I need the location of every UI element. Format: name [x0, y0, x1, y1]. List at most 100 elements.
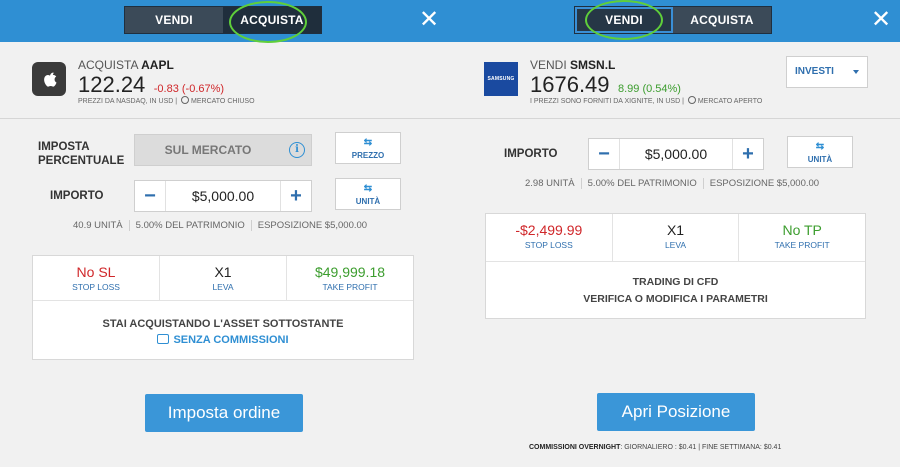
apple-logo	[32, 62, 66, 96]
rate-label: IMPOSTA PERCENTUALE	[38, 140, 124, 168]
close-icon[interactable]: ✕	[870, 8, 892, 32]
price-change: 8.99 (0.54%)	[617, 83, 681, 95]
no-commission-link[interactable]: SENZA COMMISSIONI	[33, 334, 413, 346]
trade-params-card: No SL STOP LOSS X1 LEVA $49,999.18 TAKE …	[32, 255, 414, 360]
price-source-note: PREZZI DA NASDAQ, IN USD | MERCATO CHIUS…	[78, 96, 255, 105]
leverage-label: LEVA	[212, 282, 234, 292]
rate-market-field[interactable]: SUL MERCATO i	[134, 134, 312, 166]
increase-button[interactable]: +	[281, 181, 311, 211]
stat-equity: 5.00% DEL PATRIMONIO	[582, 178, 704, 189]
decrease-button[interactable]: −	[589, 139, 619, 169]
buy-order-panel: VENDI ACQUISTA ✕ ACQUISTA AAPL 122.24 -0…	[0, 0, 450, 467]
samsung-logo: SAMSUNG	[484, 62, 518, 96]
position-stats: 2.98 UNITÀ 5.00% DEL PATRIMONIO ESPOSIZI…	[519, 178, 825, 189]
asset-action: ACQUISTA	[78, 58, 138, 72]
rate-market-text: SUL MERCATO	[164, 143, 252, 157]
open-position-button[interactable]: Apri Posizione	[597, 393, 755, 431]
divider	[0, 118, 450, 119]
rate-label-line2: PERCENTUALE	[38, 155, 125, 167]
stat-exposure: ESPOSIZIONE $5,000.00	[709, 178, 820, 189]
units-toggle-label: UNITÀ	[355, 197, 381, 206]
take-profit-label: TAKE PROFIT	[774, 240, 830, 250]
tab-sell[interactable]: VENDI	[125, 7, 223, 33]
take-profit-cell[interactable]: No TP TAKE PROFIT	[739, 214, 865, 261]
leverage-value: X1	[214, 264, 232, 280]
price-change: -0.83 (-0.67%)	[153, 83, 225, 95]
set-order-button[interactable]: Imposta ordine	[145, 394, 303, 432]
price-source-note: I PREZZI SONO FORNITI DA XIGNITE, IN USD…	[530, 96, 763, 105]
amount-label: IMPORTO	[504, 148, 558, 160]
panel-header: VENDI ACQUISTA ✕	[450, 0, 900, 42]
price-toggle-button[interactable]: ⇆ PREZZO	[335, 132, 401, 164]
stop-loss-cell[interactable]: No SL STOP LOSS	[33, 256, 160, 300]
sell-buy-toggle: VENDI ACQUISTA	[574, 6, 772, 34]
invest-dropdown[interactable]: INVESTI	[786, 56, 868, 88]
stat-units: 40.9 UNITÀ	[67, 220, 130, 231]
tab-buy[interactable]: ACQUISTA	[673, 7, 771, 33]
amount-label: IMPORTO	[50, 190, 104, 202]
asset-title: ACQUISTA AAPL	[78, 58, 174, 72]
info-icon[interactable]: i	[289, 142, 305, 158]
tab-buy[interactable]: ACQUISTA	[223, 7, 321, 33]
params-row: No SL STOP LOSS X1 LEVA $49,999.18 TAKE …	[33, 256, 413, 301]
decrease-button[interactable]: −	[135, 181, 165, 211]
overnight-fees-note: COMMISSIONI OVERNIGHT: GIORNALIERO : $0.…	[529, 444, 781, 451]
commission-icon	[157, 334, 170, 344]
overnight-label: COMMISSIONI OVERNIGHT	[529, 444, 621, 451]
take-profit-value: No TP	[782, 222, 822, 238]
amount-stepper: − $5,000.00 +	[134, 180, 312, 212]
cfd-notice[interactable]: TRADING DI CFD VERIFICA O MODIFICA I PAR…	[486, 274, 865, 308]
market-status: MERCATO CHIUSO	[191, 98, 255, 105]
swap-arrows-icon: ⇆	[815, 141, 825, 152]
take-profit-cell[interactable]: $49,999.18 TAKE PROFIT	[287, 256, 413, 300]
price-source: PREZZI DA NASDAQ, IN USD	[78, 98, 174, 105]
no-commission-text: SENZA COMMISSIONI	[173, 334, 289, 346]
stop-loss-label: STOP LOSS	[524, 240, 573, 250]
price-line: 1676.49 8.99 (0.54%)	[530, 72, 681, 98]
increase-button[interactable]: +	[733, 139, 763, 169]
price-source: I PREZZI SONO FORNITI DA XIGNITE, IN USD	[530, 98, 681, 105]
underlying-asset-note: STAI ACQUISTANDO L'ASSET SOTTOSTANTE	[102, 318, 344, 330]
swap-arrows-icon: ⇆	[363, 137, 373, 148]
stop-loss-label: STOP LOSS	[72, 282, 120, 292]
units-toggle-button[interactable]: ⇆ UNITÀ	[787, 136, 853, 168]
asset-symbol: AAPL	[141, 58, 174, 72]
take-profit-label: TAKE PROFIT	[322, 282, 378, 292]
amount-input[interactable]: $5,000.00	[165, 181, 281, 211]
rate-label-line1: IMPOSTA	[38, 141, 90, 153]
leverage-cell[interactable]: X1 LEVA	[160, 256, 287, 300]
overnight-detail: : GIORNALIERO : $0.41 | FINE SETTIMANA: …	[620, 444, 782, 451]
apple-logo-glyph	[44, 72, 57, 87]
asset-symbol: SMSN.L	[570, 58, 616, 72]
cfd-verify-text: VERIFICA O MODIFICA I PARAMETRI	[583, 293, 768, 305]
leverage-cell[interactable]: X1 LEVA	[613, 214, 740, 261]
stop-loss-cell[interactable]: -$2,499.99 STOP LOSS	[486, 214, 613, 261]
stat-exposure: ESPOSIZIONE $5,000.00	[257, 220, 368, 231]
swap-arrows-icon: ⇆	[363, 183, 373, 194]
panel-header: VENDI ACQUISTA ✕	[0, 0, 450, 43]
stop-loss-value: -$2,499.99	[515, 222, 583, 238]
price-toggle-label: PREZZO	[351, 151, 385, 160]
market-status: MERCATO APERTO	[697, 98, 763, 105]
stat-units: 2.98 UNITÀ	[519, 178, 582, 189]
clock-icon	[181, 96, 190, 104]
asset-title: VENDI SMSN.L	[530, 58, 615, 72]
sell-order-panel: VENDI ACQUISTA ✕ SAMSUNG VENDI SMSN.L 16…	[450, 0, 900, 467]
stop-loss-value: No SL	[76, 264, 116, 280]
amount-input[interactable]: $5,000.00	[619, 139, 733, 169]
take-profit-value: $49,999.18	[314, 264, 386, 280]
asset-price: 122.24	[78, 72, 146, 97]
position-stats: 40.9 UNITÀ 5.00% DEL PATRIMONIO ESPOSIZI…	[67, 220, 373, 231]
sell-buy-toggle: VENDI ACQUISTA	[124, 6, 322, 34]
leverage-label: LEVA	[664, 240, 687, 250]
trade-params-card: -$2,499.99 STOP LOSS X1 LEVA No TP TAKE …	[485, 213, 866, 319]
amount-stepper: − $5,000.00 +	[588, 138, 764, 170]
params-row: -$2,499.99 STOP LOSS X1 LEVA No TP TAKE …	[486, 214, 865, 262]
tab-sell[interactable]: VENDI	[575, 7, 673, 33]
units-toggle-button[interactable]: ⇆ UNITÀ	[335, 178, 401, 210]
asset-action: VENDI	[530, 58, 567, 72]
close-icon[interactable]: ✕	[418, 8, 440, 32]
leverage-value: X1	[666, 222, 685, 238]
invest-dropdown-label: INVESTI	[795, 66, 834, 77]
asset-price: 1676.49	[530, 72, 610, 97]
